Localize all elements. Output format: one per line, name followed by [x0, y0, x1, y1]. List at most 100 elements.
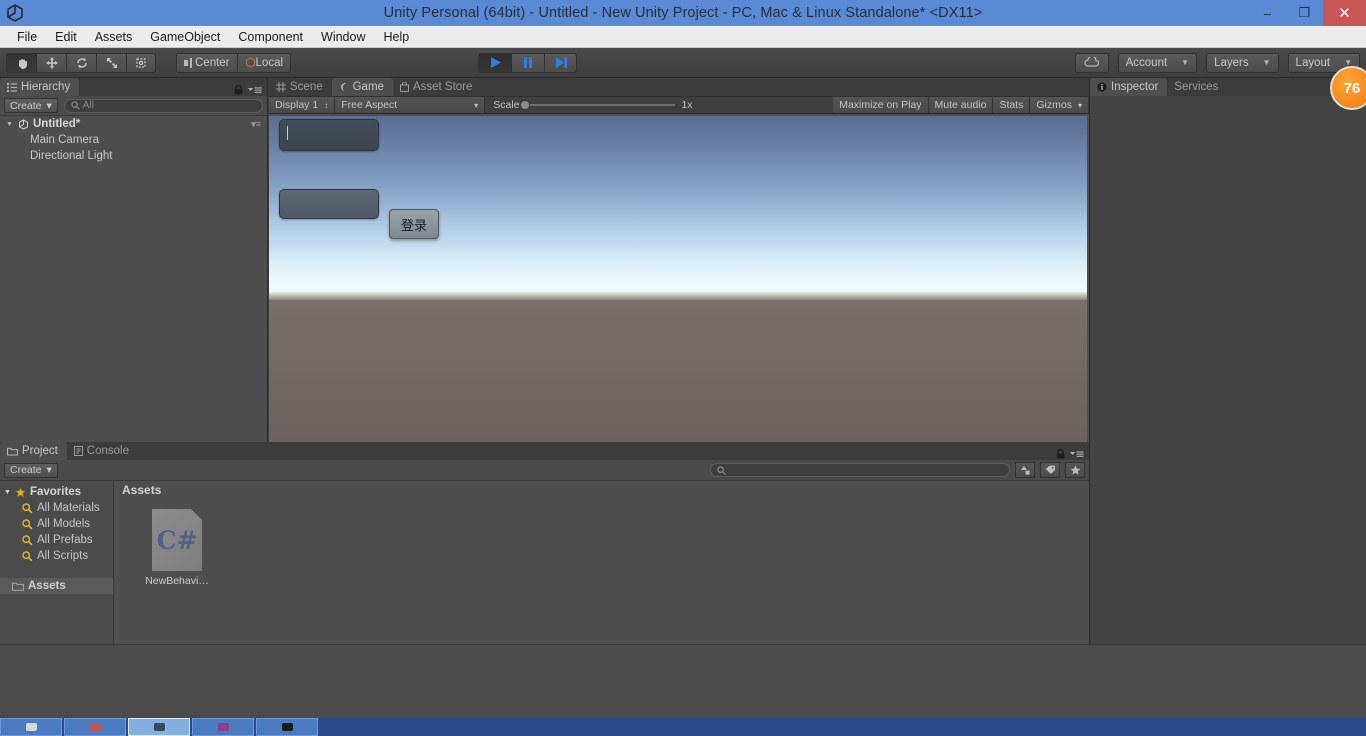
menu-item-component[interactable]: Component: [229, 26, 312, 48]
game-view-canvas[interactable]: 登录: [269, 116, 1087, 442]
tab-asset-store[interactable]: Asset Store: [393, 78, 481, 96]
minimize-button[interactable]: –: [1249, 0, 1286, 26]
space-mode-button[interactable]: Local: [237, 53, 292, 73]
password-field[interactable]: [279, 189, 379, 219]
login-button[interactable]: 登录: [389, 209, 439, 239]
taskbar-item-1[interactable]: [0, 718, 62, 736]
move-tool-button[interactable]: [36, 53, 66, 73]
tab-console[interactable]: Console: [67, 442, 138, 460]
project-tab-tools: [1056, 449, 1089, 460]
tab-services-label: Services: [1174, 81, 1218, 93]
tree-item-all-scripts[interactable]: All Scripts: [0, 548, 113, 564]
gizmos-dropdown[interactable]: Gizmos ▾: [1030, 97, 1089, 113]
text-caret: [287, 126, 288, 140]
chevron-down-icon: ▾: [47, 464, 52, 476]
window-controls: – ❐ ✕: [1249, 0, 1366, 26]
menu-item-edit[interactable]: Edit: [46, 26, 86, 48]
tab-project[interactable]: Project: [0, 442, 67, 460]
csharp-glyph: C#: [152, 509, 202, 571]
hierarchy-create-button[interactable]: Create ▾: [4, 98, 58, 113]
taskbar-item-2[interactable]: [64, 718, 126, 736]
menu-item-assets[interactable]: Assets: [86, 26, 142, 48]
hierarchy-scene-root[interactable]: ▼ Untitled* ▾≡: [0, 116, 267, 132]
menu-item-file[interactable]: File: [8, 26, 46, 48]
type-filter-icon[interactable]: [1015, 462, 1035, 478]
pause-button[interactable]: [511, 53, 544, 73]
scale-slider-knob[interactable]: [520, 100, 530, 110]
project-search-input[interactable]: [710, 463, 1010, 477]
menu-item-window[interactable]: Window: [312, 26, 374, 48]
hierarchy-search-input[interactable]: All: [64, 99, 263, 113]
tree-item-favorites[interactable]: ▼ Favorites: [0, 484, 113, 500]
tree-item-all-materials[interactable]: All Materials: [0, 500, 113, 516]
tab-game[interactable]: Game: [332, 78, 393, 96]
notification-badge[interactable]: 76: [1330, 66, 1366, 110]
play-button[interactable]: [478, 53, 511, 73]
maximize-on-play-button[interactable]: Maximize on Play: [833, 97, 928, 113]
pivot-mode-button[interactable]: Center: [176, 53, 237, 73]
star-icon: [15, 487, 26, 498]
close-button[interactable]: ✕: [1323, 0, 1366, 26]
favorite-filter-icon[interactable]: [1065, 462, 1085, 478]
project-tabbar: Project Console: [0, 442, 1089, 460]
search-icon: [22, 503, 33, 514]
menu-item-help[interactable]: Help: [374, 26, 418, 48]
taskbar-item-4[interactable]: [192, 718, 254, 736]
asset-item-label: NewBehavi…: [136, 575, 218, 587]
mute-audio-button[interactable]: Mute audio: [929, 97, 994, 113]
tab-services[interactable]: Services: [1167, 78, 1227, 96]
hierarchy-item-label: Main Camera: [30, 134, 99, 146]
layers-dropdown[interactable]: Layers ▼: [1206, 53, 1278, 73]
inspector-panel: Inspector Services: [1089, 78, 1366, 722]
tab-inspector[interactable]: Inspector: [1090, 78, 1167, 96]
lock-icon[interactable]: [1056, 449, 1065, 459]
chevron-down-icon: ▾: [47, 100, 52, 112]
sky-background: [269, 116, 1087, 298]
stats-label: Stats: [999, 99, 1023, 111]
taskbar-icon: [90, 723, 101, 731]
cloud-button[interactable]: [1075, 53, 1109, 73]
scale-tool-button[interactable]: [96, 53, 126, 73]
stats-button[interactable]: Stats: [993, 97, 1030, 113]
hierarchy-icon: [7, 83, 17, 92]
tab-game-label: Game: [353, 81, 384, 93]
status-bar: [0, 644, 1366, 718]
asset-item-newbehaviour[interactable]: C# NewBehavi…: [136, 509, 218, 587]
folder-icon: [7, 447, 18, 456]
account-dropdown[interactable]: Account ▼: [1118, 53, 1197, 73]
hierarchy-item-main-camera[interactable]: Main Camera: [0, 132, 267, 148]
aspect-dropdown[interactable]: Free Aspect ▾: [335, 97, 485, 113]
lock-icon[interactable]: [234, 85, 243, 95]
tab-hierarchy[interactable]: Hierarchy: [0, 78, 79, 96]
hand-tool-button[interactable]: [6, 53, 36, 73]
taskbar-item-5[interactable]: [256, 718, 318, 736]
tree-item-all-models[interactable]: All Models: [0, 516, 113, 532]
scale-slider-track[interactable]: [525, 104, 675, 106]
tab-hierarchy-label: Hierarchy: [21, 81, 70, 93]
tree-item-all-prefabs[interactable]: All Prefabs: [0, 532, 113, 548]
console-icon: [74, 446, 83, 456]
rotate-icon: [75, 56, 89, 70]
scene-menu-icon[interactable]: ▾≡: [251, 119, 261, 130]
chevron-down-icon[interactable]: ▼: [4, 489, 11, 496]
project-create-button[interactable]: Create ▾: [4, 463, 58, 478]
panel-menu-icon[interactable]: [1070, 450, 1084, 458]
rotate-tool-button[interactable]: [66, 53, 96, 73]
unity-logo-icon: [4, 2, 26, 24]
restore-button[interactable]: ❐: [1286, 0, 1323, 26]
tree-item-assets[interactable]: Assets: [0, 578, 113, 594]
label-filter-icon[interactable]: [1040, 462, 1060, 478]
taskbar-item-3[interactable]: [128, 718, 190, 736]
toolbar-right-group: Account ▼ Layers ▼ Layout ▼: [1075, 53, 1360, 73]
game-pad-icon: [339, 82, 349, 92]
panel-menu-icon[interactable]: [248, 86, 262, 94]
chevron-down-icon[interactable]: ▼: [6, 121, 14, 128]
scale-slider-group[interactable]: Scale 1x: [485, 99, 700, 111]
step-button[interactable]: [544, 53, 577, 73]
menu-item-gameobject[interactable]: GameObject: [141, 26, 229, 48]
display-dropdown[interactable]: Display 1 ↕: [269, 97, 335, 113]
rect-tool-button[interactable]: [126, 53, 156, 73]
hierarchy-item-directional-light[interactable]: Directional Light: [0, 148, 267, 164]
tab-scene[interactable]: Scene: [269, 78, 332, 96]
username-field[interactable]: [279, 119, 379, 151]
